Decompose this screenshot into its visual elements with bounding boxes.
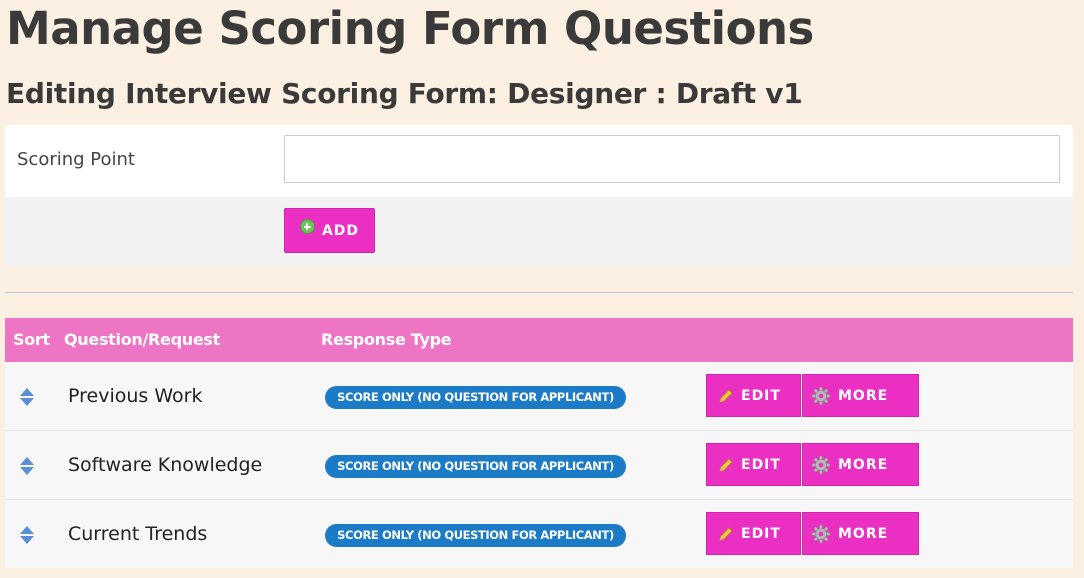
add-button[interactable]: ADD — [284, 208, 375, 253]
edit-button-label: EDIT — [741, 525, 781, 542]
question-text: Current Trends — [68, 523, 208, 545]
more-button[interactable]: MORE — [802, 374, 919, 417]
sort-arrows-icon[interactable] — [19, 387, 35, 407]
table-header: Sort Question/Request Response Type — [5, 318, 1073, 362]
pencil-icon — [719, 388, 733, 403]
scoring-point-label: Scoring Point — [17, 149, 135, 170]
page-subtitle: Editing Interview Scoring Form: Designer… — [6, 77, 803, 110]
more-button-label: MORE — [838, 456, 889, 473]
column-header-sort[interactable]: Sort — [13, 330, 50, 349]
edit-button[interactable]: EDIT — [706, 374, 801, 417]
divider — [5, 292, 1073, 293]
more-button[interactable]: MORE — [802, 512, 919, 555]
gear-icon — [811, 386, 831, 405]
gear-icon — [811, 455, 831, 474]
edit-button-label: EDIT — [741, 387, 781, 404]
response-type-badge: SCORE ONLY (NO QUESTION FOR APPLICANT) — [325, 524, 626, 547]
scoring-point-row: Scoring Point — [5, 125, 1073, 197]
more-button-label: MORE — [838, 387, 889, 404]
response-type-badge: SCORE ONLY (NO QUESTION FOR APPLICANT) — [325, 455, 626, 478]
more-button-label: MORE — [838, 525, 889, 542]
scoring-point-input[interactable] — [284, 135, 1060, 183]
response-type-badge: SCORE ONLY (NO QUESTION FOR APPLICANT) — [325, 386, 626, 409]
edit-button[interactable]: EDIT — [706, 443, 801, 486]
edit-button-label: EDIT — [741, 456, 781, 473]
questions-table: Sort Question/Request Response Type Prev… — [5, 318, 1073, 568]
pencil-icon — [719, 457, 733, 472]
question-text: Software Knowledge — [68, 454, 263, 476]
table-row: Current Trends SCORE ONLY (NO QUESTION F… — [5, 500, 1073, 568]
add-question-form: Scoring Point ADD — [5, 125, 1073, 267]
edit-button[interactable]: EDIT — [706, 512, 801, 555]
plus-circle-icon — [299, 219, 315, 234]
sort-arrows-icon[interactable] — [19, 525, 35, 545]
gear-icon — [811, 524, 831, 543]
more-button[interactable]: MORE — [802, 443, 919, 486]
table-row: Software Knowledge SCORE ONLY (NO QUESTI… — [5, 431, 1073, 500]
column-header-response-type: Response Type — [321, 330, 452, 349]
sort-arrows-icon[interactable] — [19, 456, 35, 476]
pencil-icon — [719, 526, 733, 541]
page-title: Manage Scoring Form Questions — [6, 2, 814, 55]
question-text: Previous Work — [68, 385, 203, 407]
add-button-label: ADD — [321, 222, 360, 239]
column-header-question: Question/Request — [64, 330, 220, 349]
table-row: Previous Work SCORE ONLY (NO QUESTION FO… — [5, 362, 1073, 431]
